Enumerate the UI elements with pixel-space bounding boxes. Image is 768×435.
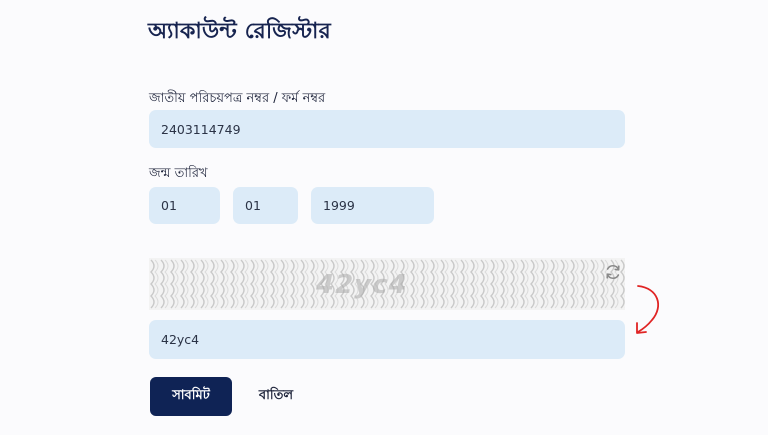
arrow-annotation-icon xyxy=(628,282,668,340)
page-title: অ্যাকাউন্ট রেজিস্টার xyxy=(148,19,331,44)
captcha-image: 42yc4 xyxy=(149,258,625,310)
nid-input[interactable] xyxy=(149,110,625,148)
captcha-input[interactable] xyxy=(149,320,625,359)
cancel-button[interactable]: বাতিল xyxy=(252,377,300,416)
refresh-icon[interactable] xyxy=(603,262,623,282)
dob-label: জন্ম তারিখ xyxy=(149,166,208,181)
dob-year-input[interactable] xyxy=(311,187,434,224)
submit-button[interactable]: সাবমিট xyxy=(150,377,232,416)
captcha-text: 42yc4 xyxy=(316,270,408,300)
nid-label: জাতীয় পরিচয়পত্র নম্বর / ফর্ম নম্বর xyxy=(149,91,326,106)
dob-month-input[interactable] xyxy=(233,187,298,224)
dob-day-input[interactable] xyxy=(149,187,220,224)
register-page: অ্যাকাউন্ট রেজিস্টার জাতীয় পরিচয়পত্র ন… xyxy=(0,0,768,435)
